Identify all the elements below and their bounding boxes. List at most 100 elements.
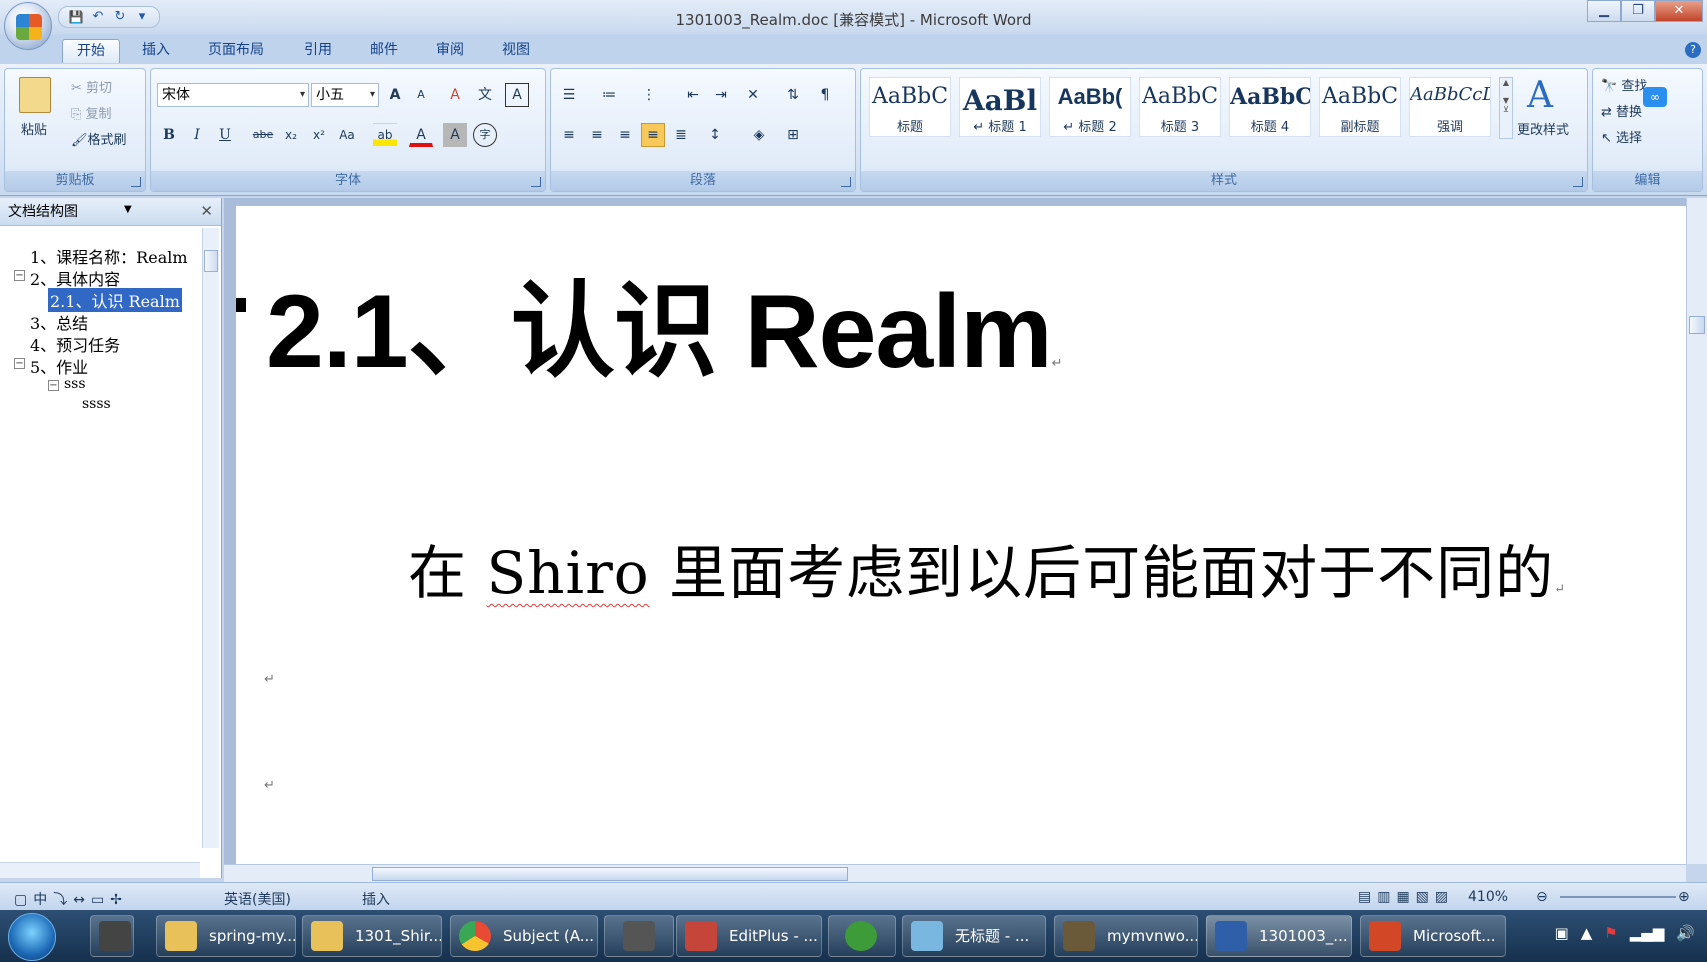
- paragraph-launcher-icon[interactable]: [841, 177, 851, 187]
- change-styles-icon[interactable]: A: [1527, 75, 1553, 116]
- styles-launcher-icon[interactable]: [1573, 177, 1583, 187]
- collapse-toggle-icon[interactable]: −: [14, 358, 25, 369]
- multilevel-list-button[interactable]: ⋮: [637, 83, 661, 107]
- subscript-button[interactable]: x₂: [279, 123, 303, 147]
- char-border-button[interactable]: A: [505, 83, 529, 107]
- style-emphasis[interactable]: AaBbCcD 强调: [1409, 77, 1491, 137]
- document-page[interactable]: 2.1、认识 Realm↵ 在 Shiro 里面考虑到以后可能面对于不同的↵ ↵…: [236, 206, 1686, 864]
- align-left-button[interactable]: ≡: [557, 123, 581, 147]
- increase-indent-button[interactable]: ⇥: [709, 83, 733, 107]
- help-icon[interactable]: ?: [1685, 42, 1701, 58]
- nav-item[interactable]: 2、具体内容: [30, 266, 120, 290]
- collapse-toggle-icon[interactable]: −: [14, 270, 25, 281]
- volume-icon[interactable]: 🔊: [1676, 924, 1695, 942]
- sort-button[interactable]: ⇅: [781, 83, 805, 107]
- maximize-button[interactable]: ❐: [1621, 0, 1655, 22]
- vertical-scroll-thumb[interactable]: [1689, 316, 1705, 334]
- phonetic-guide-button[interactable]: 文: [473, 83, 497, 107]
- nav-item[interactable]: 4、预习任务: [30, 332, 120, 356]
- change-styles-button[interactable]: 更改样式: [1517, 119, 1569, 138]
- clear-format-button[interactable]: A: [443, 83, 467, 107]
- zoom-slider[interactable]: [1560, 896, 1676, 898]
- replace-button[interactable]: ⇄ 替换: [1601, 101, 1642, 120]
- highlight-button[interactable]: ab: [373, 123, 397, 147]
- chevron-down-icon[interactable]: ▼: [124, 204, 132, 215]
- nav-item[interactable]: 3、总结: [30, 310, 88, 334]
- nav-horizontal-scrollbar[interactable]: [0, 862, 200, 878]
- flag-icon[interactable]: ⚑: [1604, 924, 1617, 942]
- font-launcher-icon[interactable]: [531, 177, 541, 187]
- enclose-chars-button[interactable]: 字: [473, 123, 497, 147]
- insert-mode-status[interactable]: 插入: [362, 889, 390, 909]
- cloud-overlay-icon[interactable]: ∞: [1643, 87, 1667, 107]
- nav-item[interactable]: ssss: [82, 396, 111, 412]
- decrease-indent-button[interactable]: ⇤: [681, 83, 705, 107]
- style-heading-1[interactable]: AaBl ↵ 标题 1: [959, 77, 1041, 137]
- justify-button[interactable]: ≡: [641, 123, 665, 147]
- nav-scroll-thumb[interactable]: [204, 250, 218, 272]
- tab-view[interactable]: 视图: [488, 39, 544, 63]
- office-button[interactable]: [4, 2, 52, 50]
- horizontal-scrollbar[interactable]: [224, 864, 1686, 882]
- show-marks-button[interactable]: ¶: [813, 83, 837, 107]
- shrink-font-button[interactable]: A: [409, 83, 433, 107]
- style-heading-3[interactable]: AaBbC 标题 3: [1139, 77, 1221, 137]
- taskbar-window[interactable]: spring-my...: [156, 915, 296, 957]
- find-button[interactable]: 🔭 查找: [1601, 75, 1647, 94]
- zoom-level[interactable]: 410%: [1468, 889, 1508, 905]
- numbering-button[interactable]: ≔: [597, 83, 621, 107]
- document-body-line[interactable]: 在 Shiro 里面考虑到以后可能面对于不同的↵: [408, 526, 1566, 610]
- document-map-title[interactable]: 文档结构图: [8, 202, 138, 222]
- taskbar-window[interactable]: 无标题 - ...: [902, 915, 1046, 957]
- nav-item[interactable]: sss: [64, 376, 86, 392]
- bold-button[interactable]: B: [157, 123, 181, 147]
- tab-insert[interactable]: 插入: [128, 39, 184, 63]
- taskbar-app[interactable]: [90, 915, 134, 957]
- paste-icon[interactable]: [19, 77, 51, 113]
- document-heading[interactable]: 2.1、认识 Realm↵: [266, 246, 1063, 397]
- char-shading-button[interactable]: A: [443, 123, 467, 147]
- tab-references[interactable]: 引用: [290, 39, 346, 63]
- paste-button[interactable]: 粘贴: [21, 119, 47, 138]
- language-status[interactable]: 英语(美国): [224, 889, 291, 909]
- nav-item-selected[interactable]: 2.1、认识 Realm: [48, 288, 182, 312]
- styles-scroll[interactable]: ▲ ▼ ⊻: [1499, 77, 1513, 139]
- align-right-button[interactable]: ≡: [613, 123, 637, 147]
- italic-button[interactable]: I: [185, 123, 209, 147]
- superscript-button[interactable]: x²: [307, 123, 331, 147]
- taskbar-window[interactable]: Subject (A...: [450, 915, 598, 957]
- style-heading-4[interactable]: AaBbC 标题 4: [1229, 77, 1311, 137]
- underline-button[interactable]: U: [213, 123, 237, 147]
- taskbar-window-active[interactable]: 1301003_...: [1206, 915, 1352, 957]
- style-title[interactable]: AaBbC 标题: [869, 77, 951, 137]
- minimize-button[interactable]: ▁: [1587, 0, 1621, 22]
- asian-layout-button[interactable]: ✕: [741, 83, 765, 107]
- taskbar-window[interactable]: [604, 915, 674, 957]
- line-spacing-button[interactable]: ↕: [703, 123, 727, 147]
- bullets-button[interactable]: ☰: [557, 83, 581, 107]
- input-method-icon[interactable]: ▣: [1555, 924, 1569, 942]
- font-name-combo[interactable]: 宋体: [157, 83, 309, 107]
- close-button[interactable]: ✕: [1655, 0, 1703, 22]
- zoom-in-icon[interactable]: ⊕: [1678, 889, 1690, 905]
- tab-review[interactable]: 审阅: [422, 39, 478, 63]
- network-icon[interactable]: ▂▄▆: [1630, 924, 1665, 942]
- format-painter-button[interactable]: 🖌格式刷: [71, 129, 127, 148]
- taskbar-window[interactable]: EditPlus - ...: [676, 915, 822, 957]
- tab-home[interactable]: 开始: [62, 39, 120, 63]
- tab-mailings[interactable]: 邮件: [356, 39, 412, 63]
- taskbar-window[interactable]: [828, 915, 896, 957]
- zoom-out-icon[interactable]: ⊖: [1536, 889, 1548, 905]
- taskbar-window[interactable]: mymvnwo...: [1054, 915, 1198, 957]
- view-buttons[interactable]: ▤▥▦▧▨: [1358, 889, 1454, 905]
- tray-expand-icon[interactable]: ▲: [1581, 924, 1593, 942]
- nav-scrollbar[interactable]: [202, 228, 219, 848]
- nav-item[interactable]: 1、课程名称：Realm: [30, 244, 188, 268]
- distributed-button[interactable]: ≣: [669, 123, 693, 147]
- align-center-button[interactable]: ≡: [585, 123, 609, 147]
- cut-button[interactable]: ✂ 剪切: [71, 77, 112, 96]
- font-size-combo[interactable]: 小五: [311, 83, 379, 107]
- borders-button[interactable]: ⊞: [781, 123, 805, 147]
- status-icons[interactable]: ▢中⤵↔▭✢: [14, 889, 128, 909]
- tab-page-layout[interactable]: 页面布局: [194, 39, 278, 63]
